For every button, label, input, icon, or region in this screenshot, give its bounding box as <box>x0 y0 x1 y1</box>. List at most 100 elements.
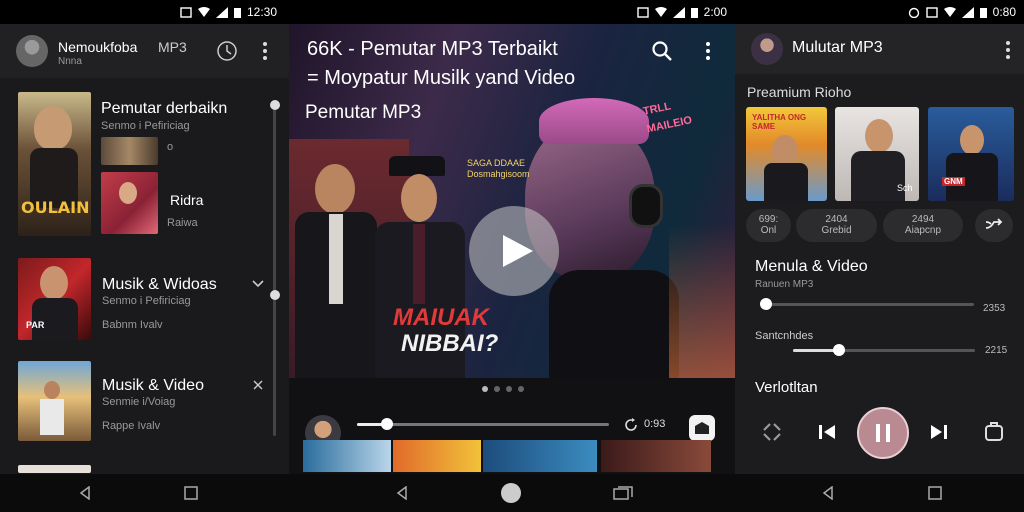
now-playing-panel: 2:00 TRLL MAILEIO SAGA DDAAE Dosmahgisoo… <box>289 0 735 512</box>
repeat-icon[interactable] <box>760 420 784 444</box>
thumb-text: PAR <box>26 320 45 330</box>
app-header: Nemoukfoba Nnna MP3 <box>0 24 289 78</box>
related-thumbnail[interactable] <box>303 440 391 472</box>
status-bar: 0:80 <box>735 0 1024 24</box>
page-dot[interactable] <box>482 386 488 392</box>
recents-icon[interactable] <box>928 486 942 500</box>
poster-figure <box>315 164 355 214</box>
section-footer-title: Verlotltan <box>755 379 818 396</box>
status-bar: 12:30 <box>0 0 289 24</box>
poster-figure <box>389 156 445 176</box>
play-icon <box>503 235 533 267</box>
timer-icon[interactable] <box>216 40 238 62</box>
play-button[interactable] <box>469 206 559 296</box>
filter-chip[interactable]: 2494 Aiapcnp <box>883 209 963 242</box>
shuffle-chip[interactable] <box>975 209 1013 242</box>
recents-icon[interactable] <box>184 486 198 500</box>
poster-figure <box>413 224 425 304</box>
home-icon[interactable] <box>501 483 521 503</box>
chevron-down-icon[interactable] <box>252 280 264 288</box>
related-thumbnail[interactable] <box>483 440 597 472</box>
status-time: 0:80 <box>992 5 1016 19</box>
back-icon[interactable] <box>78 486 92 500</box>
media-slider[interactable] <box>760 298 974 310</box>
item-subtitle: Senmie i/Voiag <box>102 396 176 408</box>
item-extra-sub: Raiwa <box>167 217 198 229</box>
cast-button[interactable] <box>689 415 715 441</box>
scroll-handle[interactable] <box>270 100 280 110</box>
more-vert-icon[interactable] <box>1001 39 1015 61</box>
next-icon[interactable] <box>927 420 951 444</box>
slider-value: 2353 <box>983 303 1006 314</box>
album-card[interactable]: Sch <box>835 107 919 201</box>
status-time: 2:00 <box>703 5 727 19</box>
section-title: Preamium Rioho <box>747 84 852 100</box>
related-thumbnail[interactable] <box>601 440 711 472</box>
related-thumbnail[interactable] <box>393 440 481 472</box>
page-dot[interactable] <box>506 386 512 392</box>
media-subtitle: Ranuen MP3 <box>755 279 814 290</box>
more-vert-icon[interactable] <box>258 40 272 62</box>
page-title: 66K - Pemutar MP3 Terbaikt <box>307 38 558 60</box>
back-icon[interactable] <box>395 486 409 500</box>
time-label: 0:93 <box>644 418 666 430</box>
album-thumbnail <box>18 361 91 441</box>
page-dot[interactable] <box>494 386 500 392</box>
scroll-handle[interactable] <box>270 290 280 300</box>
setting-slider[interactable] <box>793 344 975 356</box>
poster-figure <box>539 98 649 144</box>
page-subtitle: = Moypatur Musilk yand Video <box>307 67 576 89</box>
app-title: Nemoukfoba <box>58 39 138 55</box>
slider-fill <box>793 349 839 352</box>
hero-poster[interactable]: TRLL MAILEIO SAGA DDAAE Dosmahgisoom MAI… <box>289 24 735 378</box>
back-icon[interactable] <box>821 486 835 500</box>
previous-icon[interactable] <box>815 420 839 444</box>
thumb-text: OULAIN <box>21 198 90 217</box>
library-panel: 0:80 Mulutar MP3 Preamium Rioho YALITHA … <box>735 0 1024 512</box>
album-card[interactable]: GNM <box>928 107 1014 201</box>
seek-bar[interactable] <box>357 418 609 430</box>
card-label: YALITHA ONG SAME <box>752 113 807 131</box>
poster-glow <box>669 224 735 378</box>
signal-icon <box>215 6 228 18</box>
wifi-icon <box>654 6 667 17</box>
item-title: Musik & Widoas <box>102 276 217 293</box>
avatar[interactable] <box>751 33 783 65</box>
queue-icon[interactable] <box>982 420 1006 444</box>
search-icon[interactable] <box>651 40 673 62</box>
wifi-icon <box>943 6 956 17</box>
app-title: Mulutar MP3 <box>792 39 883 56</box>
signal-icon <box>961 6 974 18</box>
tab-mp3[interactable]: MP3 <box>158 39 187 55</box>
replay-icon[interactable] <box>624 418 638 432</box>
app-subtitle: Nnna <box>58 56 82 67</box>
page-indicator <box>482 386 524 392</box>
scrollbar[interactable] <box>270 100 280 436</box>
filter-chip[interactable]: 2404 Grebid <box>796 209 877 242</box>
album-card[interactable]: YALITHA ONG SAME <box>746 107 827 201</box>
item-detail: Rappe Ivalv <box>102 420 161 432</box>
slider-handle[interactable] <box>832 344 845 356</box>
album-thumbnail: OULAIN <box>18 92 91 236</box>
notification-icon <box>636 6 649 18</box>
slider-handle[interactable] <box>760 298 773 310</box>
seek-handle[interactable] <box>381 418 394 430</box>
headphones-icon <box>629 184 663 228</box>
avatar[interactable] <box>16 35 48 67</box>
album-thumbnail-small <box>101 172 158 234</box>
close-icon[interactable] <box>252 380 264 390</box>
page-dot[interactable] <box>518 386 524 392</box>
more-vert-icon[interactable] <box>701 40 715 62</box>
filter-chip[interactable]: 699: Onl <box>746 209 791 242</box>
section-title: Pemutar MP3 <box>305 102 422 123</box>
battery-icon <box>979 7 987 18</box>
notification-icon <box>180 6 192 18</box>
playlist-panel: 12:30 Nemoukfoba Nnna MP3 OULAIN Pemutar… <box>0 0 289 512</box>
status-time: 12:30 <box>246 5 277 19</box>
pause-button[interactable] <box>857 407 909 459</box>
shuffle-icon <box>985 218 1003 229</box>
poster-figure <box>329 214 343 304</box>
recents-icon[interactable] <box>613 486 633 500</box>
signal-icon <box>672 6 685 18</box>
notification-icon <box>925 6 938 18</box>
